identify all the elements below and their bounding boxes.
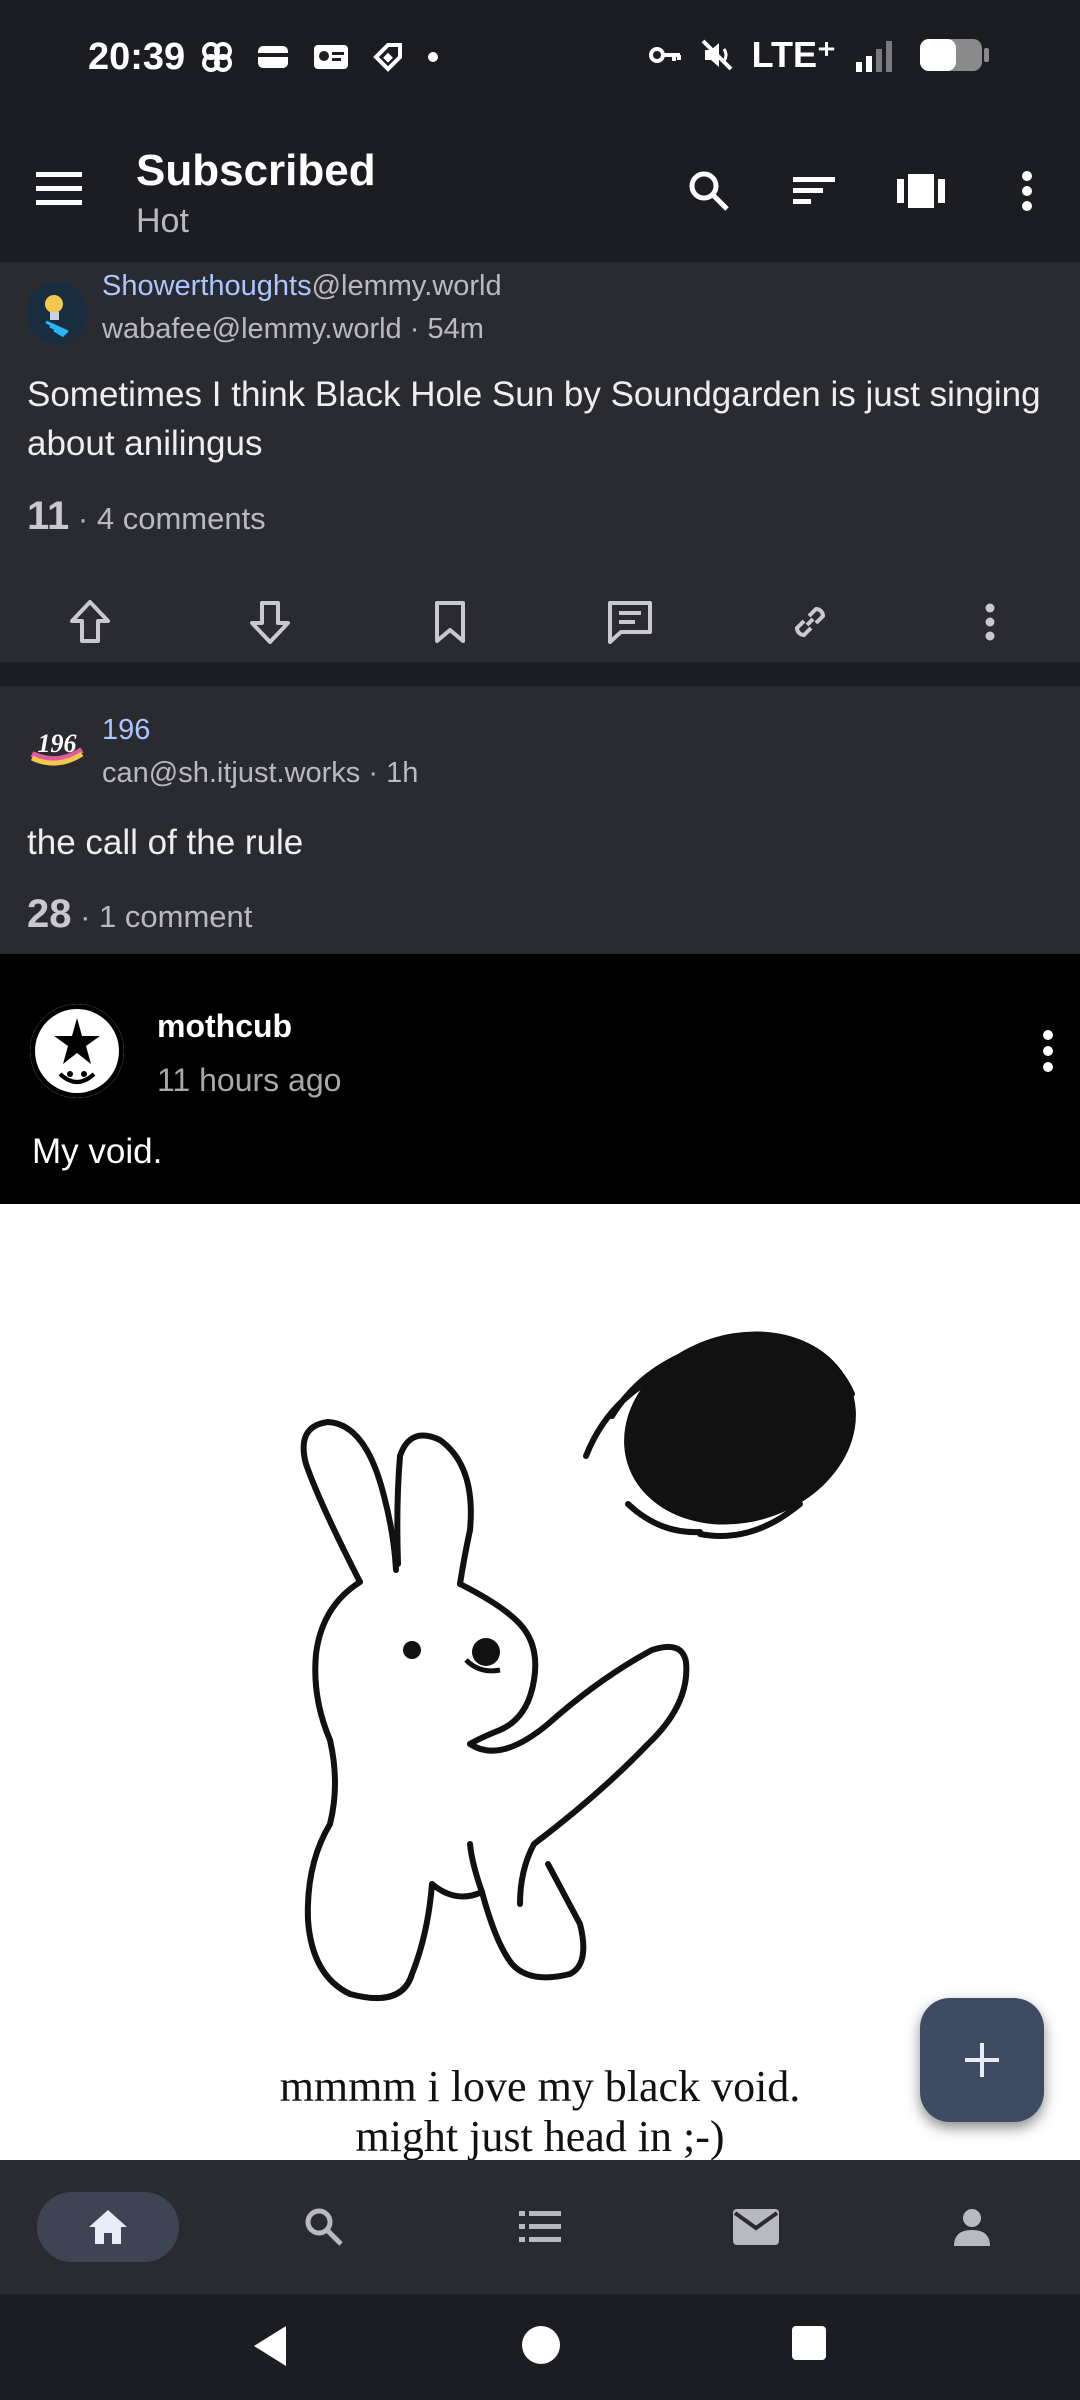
nav-home[interactable] (0, 2160, 216, 2294)
status-bar: 20:39 LTE⁺ (0, 0, 1080, 120)
recents-icon[interactable] (790, 2324, 828, 2362)
embedded-post-header[interactable]: mothcub 11 hours ago My void. (0, 954, 1080, 1204)
post-title[interactable]: the call of the rule (27, 818, 1047, 867)
community-name[interactable]: Showerthoughts (102, 270, 312, 302)
sort-icon (793, 177, 835, 204)
more-options-button[interactable] (974, 158, 1080, 224)
sort-subtitle: Hot (136, 202, 189, 240)
menu-icon[interactable] (36, 170, 82, 206)
id-card-icon (314, 45, 348, 69)
comment-count[interactable]: · 1 comment (72, 899, 252, 934)
plus-icon (965, 2043, 999, 2077)
image-caption-line2: might just head in ;-) (355, 2112, 725, 2160)
sort-button[interactable] (762, 158, 868, 224)
view-mode-button[interactable] (868, 158, 974, 224)
system-navigation-bar (0, 2294, 1080, 2400)
app-bar: Subscribed Hot (0, 120, 1080, 260)
bookmark-icon (435, 601, 465, 643)
battery-icon (920, 39, 989, 71)
community-avatar[interactable]: 196 (26, 714, 88, 776)
svg-text:196: 196 (38, 729, 77, 758)
create-post-button[interactable] (920, 1998, 1044, 2122)
downvote-icon (250, 601, 290, 644)
upvote-button[interactable] (0, 584, 180, 660)
post-score: 28 (27, 892, 72, 936)
person-icon (954, 2209, 990, 2246)
nav-inbox[interactable] (648, 2160, 864, 2294)
pinwheel-icon (202, 42, 232, 72)
dot-icon (428, 52, 438, 62)
key-icon (648, 47, 681, 63)
post-author[interactable]: can@sh.itjust.works · 1h (102, 757, 418, 790)
wallet-icon (258, 46, 288, 68)
page-title[interactable]: Subscribed (136, 146, 376, 196)
search-icon (689, 171, 729, 211)
bottom-navigation (0, 2160, 1080, 2294)
comment-count[interactable]: · 4 comments (69, 501, 266, 536)
post-stats: 11 · 4 comments (27, 494, 266, 539)
signal-icon (856, 41, 892, 72)
reply-icon (608, 601, 652, 644)
downvote-button[interactable] (180, 584, 360, 660)
post-title[interactable]: Sometimes I think Black Hole Sun by Soun… (27, 370, 1047, 468)
nav-subscriptions[interactable] (432, 2160, 648, 2294)
post-author[interactable]: wabafee@lemmy.world · 54m (102, 313, 502, 346)
post-score: 11 (27, 494, 70, 538)
post-divider (0, 662, 1080, 686)
community-link[interactable]: Showerthoughts@lemmy.world (102, 270, 502, 303)
post-username: mothcub (157, 1008, 293, 1044)
home-icon (89, 2210, 127, 2244)
image-caption-line1: mmmm i love my black void. (279, 2062, 801, 2111)
community-avatar[interactable] (26, 282, 88, 344)
mute-icon (701, 39, 733, 71)
nav-profile[interactable] (864, 2160, 1080, 2294)
post-card[interactable]: 196 196 can@sh.itjust.works · 1h the cal… (0, 686, 1080, 954)
search-icon (305, 2208, 343, 2246)
post-image[interactable]: mmmm i love my black void. might just he… (0, 1204, 1080, 2160)
more-vertical-icon (1022, 171, 1032, 211)
post-time: 11 hours ago (157, 1062, 342, 1098)
network-type: LTE⁺ (751, 34, 836, 75)
search-button[interactable] (656, 158, 762, 224)
more-vertical-icon (1043, 1030, 1053, 1072)
post-stats: 28 · 1 comment (27, 892, 252, 937)
post-card[interactable]: Showerthoughts@lemmy.world wabafee@lemmy… (0, 262, 1080, 662)
reply-button[interactable] (540, 584, 720, 660)
home-circle-icon[interactable] (520, 2324, 562, 2366)
nav-search[interactable] (216, 2160, 432, 2294)
community-instance: @lemmy.world (311, 270, 502, 302)
share-link-button[interactable] (720, 584, 900, 660)
link-icon (794, 606, 826, 638)
post-text: My void. (32, 1132, 163, 1171)
user-avatar (30, 1004, 124, 1098)
upvote-icon (70, 600, 110, 643)
tag-icon (373, 43, 402, 72)
mail-icon (733, 2209, 779, 2245)
bunny-void-drawing (300, 1331, 856, 2002)
save-button[interactable] (360, 584, 540, 660)
post-actions (0, 584, 1080, 660)
post-more-button[interactable] (900, 584, 1080, 660)
community-link[interactable]: 196 (102, 714, 418, 747)
list-icon (519, 2211, 561, 2242)
back-icon[interactable] (250, 2324, 290, 2368)
status-time: 20:39 (88, 36, 186, 78)
view-carousel-icon (897, 174, 945, 208)
more-vertical-icon (985, 603, 995, 641)
